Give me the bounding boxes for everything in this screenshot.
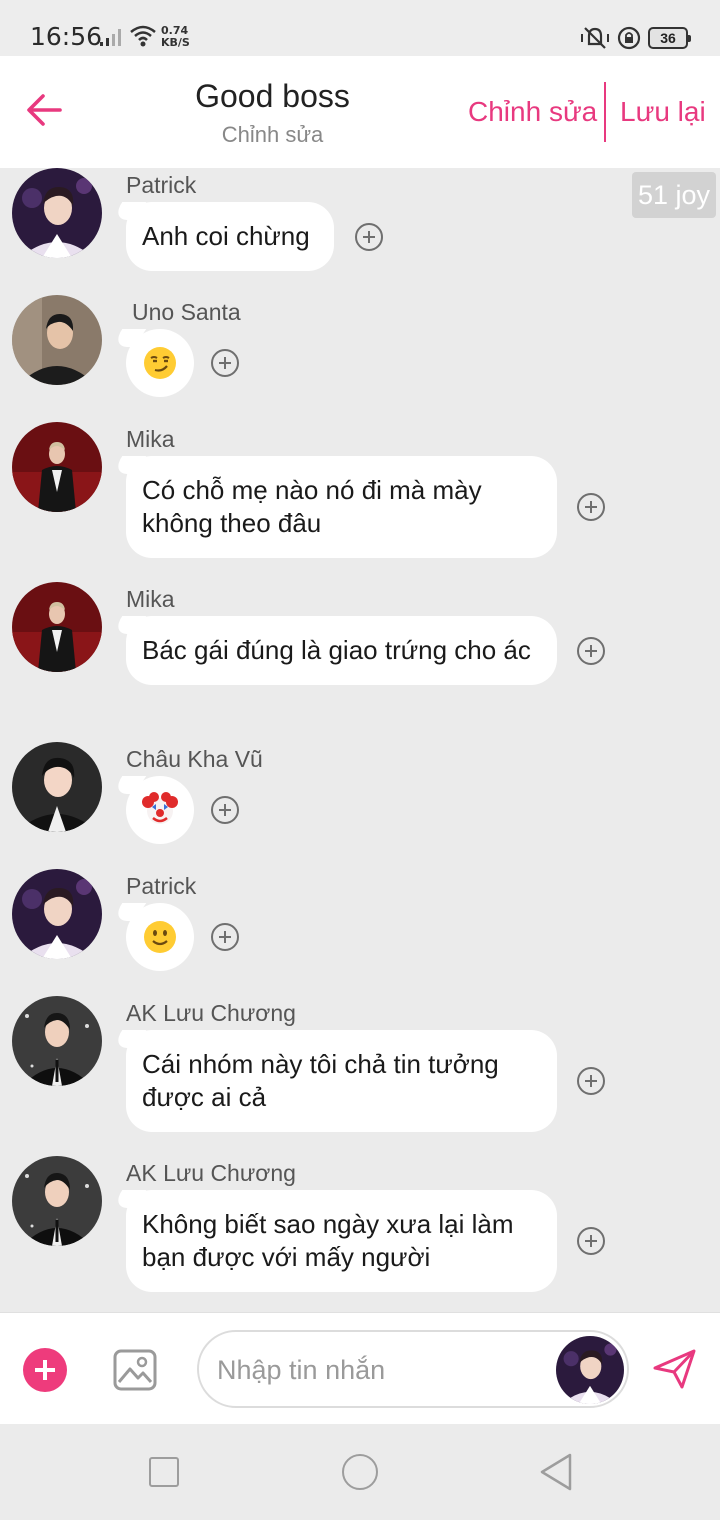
add-reaction-icon[interactable] (577, 1227, 605, 1255)
save-button[interactable]: Lưu lại (620, 96, 706, 128)
message-input-wrapper (197, 1330, 629, 1408)
clown-face-icon (142, 792, 178, 824)
sender-name: Châu Kha Vũ (126, 746, 263, 772)
message-bubble[interactable]: Cái nhóm này tôi chả tin tưởng được ai c… (126, 1030, 557, 1132)
sender-name: Patrick (126, 172, 197, 198)
image-icon[interactable] (113, 1349, 157, 1391)
joy-badge: 51 joy (632, 172, 716, 218)
avatar-chau-kha-vu[interactable] (12, 742, 102, 832)
chat-title: Good boss (195, 78, 350, 114)
send-icon[interactable] (652, 1347, 698, 1391)
emoji-bubble[interactable] (126, 329, 194, 397)
avatar-ak-luu-chuong[interactable] (12, 1156, 102, 1246)
avatar-uno-santa[interactable] (12, 295, 102, 385)
sender-name: Uno Santa (132, 299, 241, 325)
message-list[interactable]: 51 joy Patrick Anh coi chừng Uno Santa M… (0, 168, 720, 1312)
home-icon[interactable] (342, 1454, 378, 1490)
add-reaction-icon[interactable] (355, 222, 383, 251)
chat-header: Good boss Chỉnh sửa Chỉnh sửa Lưu lại (0, 56, 720, 168)
network-speed-unit: KB/S (161, 36, 190, 49)
sender-name: Mika (126, 426, 175, 452)
sender-name: AK Lưu Chương (126, 1160, 296, 1186)
sender-name: AK Lưu Chương (126, 1000, 296, 1026)
status-bar: 16:56 0.74 KB/S 36 (0, 0, 720, 56)
avatar-ak-luu-chuong[interactable] (12, 996, 102, 1086)
plus-icon[interactable] (23, 1348, 67, 1392)
battery-indicator: 36 (648, 27, 691, 49)
chat-subtitle: Chỉnh sửa (221, 122, 324, 147)
smirking-face-icon (144, 347, 176, 379)
add-reaction-icon[interactable] (211, 349, 239, 377)
sender-name: Mika (126, 586, 175, 612)
sender-name: Patrick (126, 873, 197, 899)
add-reaction-icon[interactable] (211, 923, 239, 951)
nav-back-icon[interactable] (538, 1452, 574, 1492)
slightly-smiling-face-icon (144, 921, 176, 953)
message-bubble[interactable]: Có chỗ mẹ nào nó đi mà mày không theo đâ… (126, 456, 557, 558)
edit-button[interactable]: Chỉnh sửa (468, 96, 597, 128)
signal-icon (100, 29, 121, 46)
emoji-bubble[interactable] (126, 903, 194, 971)
add-reaction-icon[interactable] (577, 493, 605, 521)
avatar-patrick[interactable] (12, 168, 102, 258)
emoji-bubble[interactable] (126, 776, 194, 844)
system-nav-bar (0, 1424, 720, 1520)
composer-bar (0, 1312, 720, 1424)
network-speed: 0.74 KB/S (161, 25, 190, 49)
rotation-lock-icon (617, 26, 641, 50)
header-divider (604, 82, 606, 142)
message-bubble[interactable]: Không biết sao ngày xưa lại làm bạn được… (126, 1190, 557, 1292)
add-reaction-icon[interactable] (577, 636, 605, 665)
message-bubble[interactable]: Bác gái đúng là giao trứng cho ác (126, 616, 557, 685)
wifi-icon (130, 25, 156, 47)
recent-apps-icon[interactable] (149, 1457, 179, 1487)
status-time: 16:56 (30, 22, 103, 51)
message-input[interactable] (217, 1350, 537, 1390)
message-bubble[interactable]: Anh coi chừng (126, 202, 334, 271)
add-reaction-icon[interactable] (211, 796, 239, 824)
add-reaction-icon[interactable] (577, 1067, 605, 1095)
avatar-mika[interactable] (12, 582, 102, 672)
avatar-patrick[interactable] (12, 869, 102, 959)
sender-avatar-selector[interactable] (556, 1336, 624, 1404)
avatar-mika[interactable] (12, 422, 102, 512)
vibrate-mute-icon (581, 27, 609, 49)
